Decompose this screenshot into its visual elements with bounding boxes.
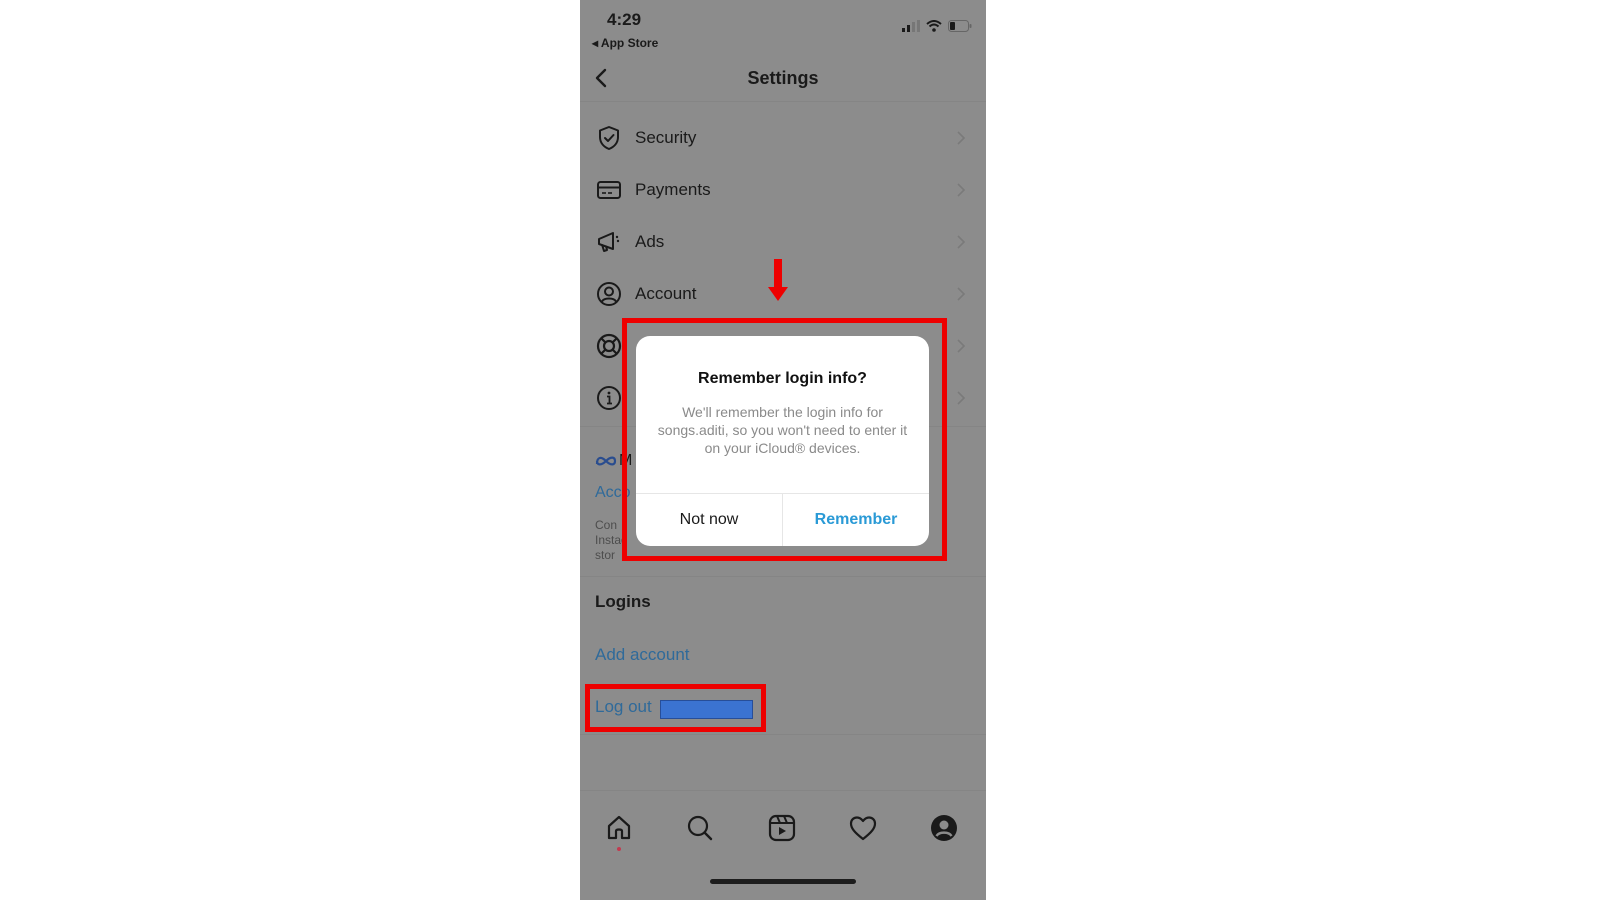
meta-logo-icon xyxy=(595,456,617,466)
cellular-signal-icon xyxy=(902,20,920,32)
profile-icon[interactable] xyxy=(929,813,959,843)
add-account-link[interactable]: Add account xyxy=(595,645,690,665)
lifebuoy-icon xyxy=(596,333,622,359)
not-now-button[interactable]: Not now xyxy=(636,494,783,546)
chevron-right-icon xyxy=(957,339,966,353)
chevron-right-icon xyxy=(957,235,966,249)
phone-screen: 4:29 ◂ App Store Settings Security Payme… xyxy=(580,0,986,900)
shield-check-icon xyxy=(599,126,619,150)
remember-button[interactable]: Remember xyxy=(783,494,929,546)
heart-icon[interactable] xyxy=(848,813,878,843)
wifi-icon xyxy=(926,20,942,32)
home-notification-dot xyxy=(617,847,621,851)
menu-item-label: Ads xyxy=(635,232,665,251)
section-divider xyxy=(580,576,986,577)
menu-item-security[interactable]: Security xyxy=(580,112,986,164)
home-indicator[interactable] xyxy=(710,879,856,884)
logout-highlight-box xyxy=(585,684,766,732)
chevron-right-icon xyxy=(957,287,966,301)
dialog-title: Remember login info? xyxy=(698,370,867,387)
chevron-right-icon xyxy=(957,391,966,405)
chevron-right-icon xyxy=(957,131,966,145)
reels-icon[interactable] xyxy=(767,813,797,843)
home-icon[interactable] xyxy=(604,813,634,843)
info-icon xyxy=(597,386,621,410)
status-icons xyxy=(902,20,972,32)
back-to-app-store-link[interactable]: ◂ App Store xyxy=(592,36,658,50)
user-circle-icon xyxy=(597,282,621,306)
credit-card-icon xyxy=(597,181,621,199)
search-icon[interactable] xyxy=(685,813,715,843)
tab-bar xyxy=(580,790,986,900)
remember-login-dialog: Remember login info? We'll remember the … xyxy=(636,336,929,546)
section-divider xyxy=(580,734,986,735)
battery-icon xyxy=(948,20,972,32)
menu-item-label: Account xyxy=(635,284,697,303)
menu-item-payments[interactable]: Payments xyxy=(580,164,986,216)
nav-bar: Settings xyxy=(580,58,986,102)
menu-item-label: Payments xyxy=(635,180,711,199)
logins-section-header: Logins xyxy=(595,592,651,611)
arrow-down-icon xyxy=(768,259,788,301)
dialog-button-row: Not now Remember xyxy=(636,493,929,546)
megaphone-icon xyxy=(598,232,620,252)
status-bar: 4:29 ◂ App Store xyxy=(580,0,986,52)
status-time: 4:29 xyxy=(607,10,642,29)
page-title: Settings xyxy=(747,68,819,88)
chevron-right-icon xyxy=(957,183,966,197)
dialog-message: We'll remember the login info for songs.… xyxy=(657,404,908,456)
menu-item-label: Security xyxy=(635,128,697,147)
